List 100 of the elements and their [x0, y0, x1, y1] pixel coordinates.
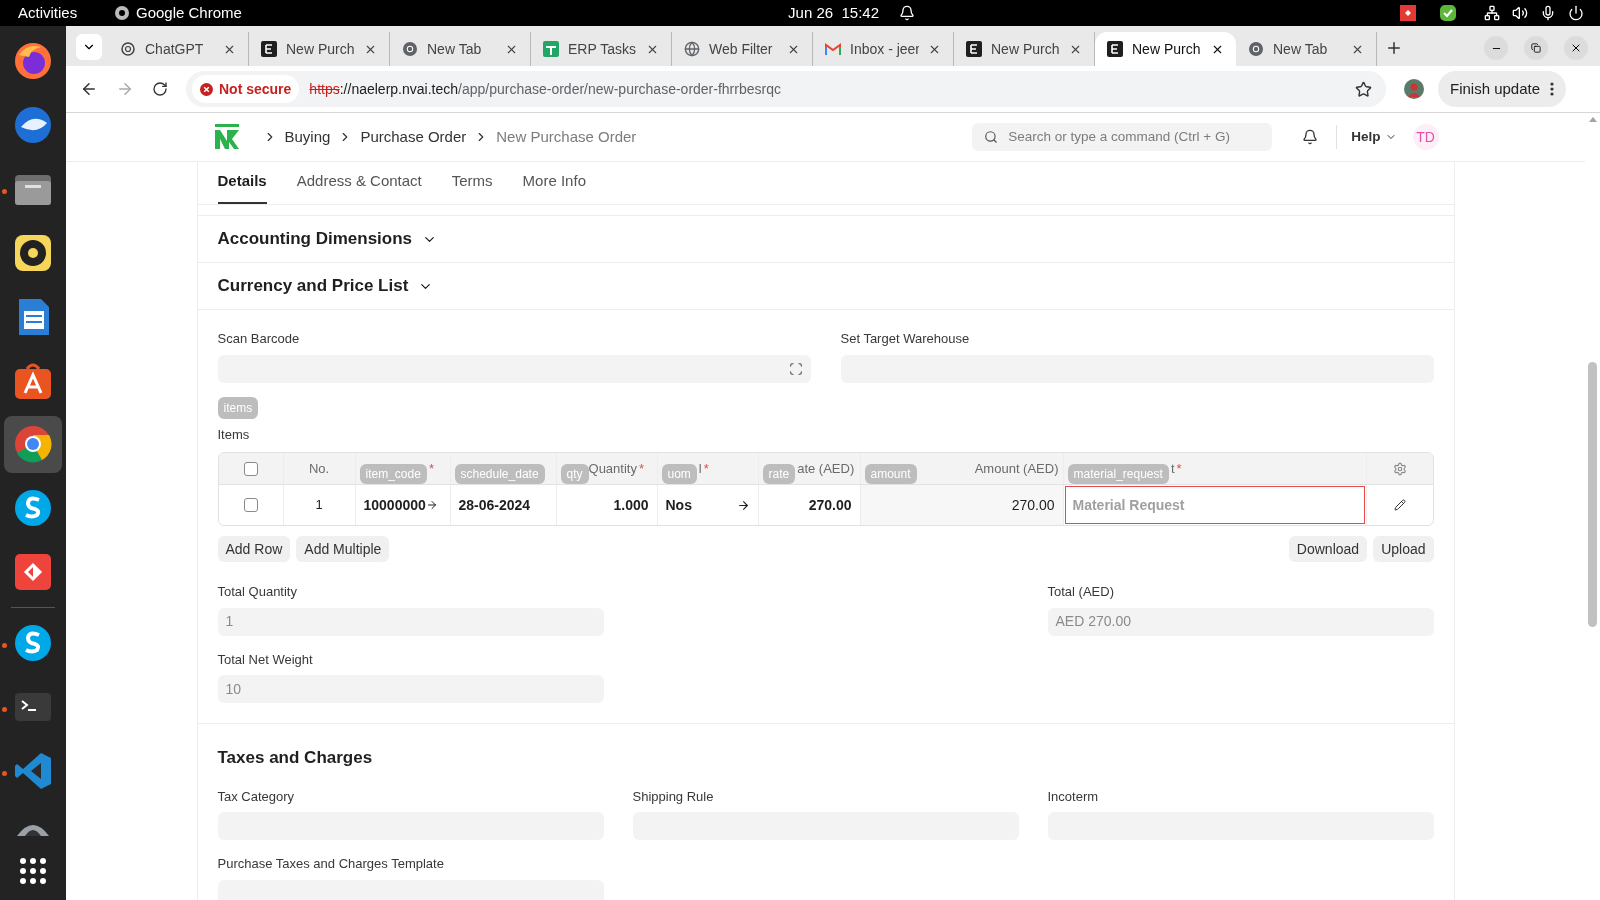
form-tab[interactable]: Address & Contact [296, 169, 422, 204]
globe-icon [684, 41, 700, 57]
search-field[interactable]: Search or type a command (Ctrl + G) [972, 123, 1273, 151]
breadcrumb-link[interactable]: Purchase Order [360, 125, 467, 149]
remote-desktop-icon[interactable] [1400, 5, 1416, 21]
form-tab[interactable]: Details [217, 169, 267, 204]
row-number: 1 [315, 496, 323, 515]
edit-icon[interactable] [1393, 499, 1406, 511]
field-label: Total (AED) [1047, 583, 1115, 601]
settings-icon[interactable] [1392, 461, 1407, 476]
remote-desktop-icon [13, 552, 53, 593]
table-cell-text: 28-06-2024 [458, 495, 531, 515]
browser-icon [402, 41, 418, 57]
section-title: Taxes and Charges [217, 747, 374, 769]
column-header: l [698, 459, 702, 478]
required-mark: * [638, 459, 644, 478]
microphone-icon[interactable] [1540, 5, 1556, 21]
back-button[interactable] [80, 80, 98, 98]
new-tab-icon[interactable] [1385, 39, 1403, 57]
breadcrumb-link[interactable]: New Purchase Order [496, 125, 637, 149]
mail-icon [13, 104, 53, 145]
field-label: Items [217, 425, 251, 444]
field-name-tag: schedule_date [454, 463, 545, 484]
url-text: https://naelerp.nvai.tech/app/purchase-order/new-purchase-order-fhrrbesrqc [309, 79, 781, 99]
notification-icon[interactable] [1302, 129, 1319, 145]
browser-icon [13, 40, 53, 81]
clock[interactable]: Jun 26 15:42 [788, 1, 879, 25]
letter-tile-icon [1107, 41, 1123, 57]
app-icon [114, 5, 130, 21]
table-action-button[interactable]: Add Row [217, 536, 291, 562]
checkbox[interactable] [243, 498, 258, 512]
table-action-button[interactable]: Upload [1373, 536, 1434, 562]
column-header: No. [308, 459, 330, 478]
app-grid-icon [18, 856, 48, 886]
close-button[interactable] [1564, 36, 1588, 60]
envelope-icon [825, 43, 841, 55]
field-label: Incoterm [1047, 787, 1100, 806]
scan-icon[interactable] [788, 361, 803, 376]
security-chip[interactable]: Not secure [192, 75, 300, 103]
field-name-tag: items [217, 396, 259, 419]
volume-icon[interactable] [1512, 5, 1528, 21]
dock-item[interactable] [4, 415, 62, 474]
close-icon [1570, 42, 1582, 54]
reload-button[interactable] [152, 81, 168, 97]
field-name-tag: material_request [1067, 463, 1169, 484]
speaker-icon [13, 232, 53, 273]
restore-icon [1531, 43, 1541, 53]
spreadsheet-icon [543, 41, 559, 57]
check-badge-icon[interactable] [1440, 5, 1456, 21]
field-label: Total Net Weight [217, 650, 314, 669]
column-header: ate (AED) [797, 459, 855, 478]
required-mark: * [428, 459, 434, 478]
code-editor-icon [13, 751, 53, 792]
arrow-icon[interactable] [736, 498, 750, 512]
notification-icon[interactable] [899, 5, 915, 21]
activities-button[interactable]: Activities [18, 1, 114, 25]
app-menu[interactable]: Google Chrome [114, 1, 242, 25]
browser-tab[interactable]: New Purch [1095, 32, 1236, 66]
letter-tile-icon [966, 41, 982, 57]
table-cell-text: 270.00 [808, 495, 852, 515]
section-toggle[interactable]: Currency and Price List [217, 273, 434, 299]
chat-icon [13, 488, 53, 529]
field-name-tag: amount [864, 463, 917, 484]
column-header: Quantity [588, 459, 637, 478]
field-label: Set Target Warehouse [840, 330, 971, 348]
address-bar[interactable]: Not secure https://naelerp.nvai.tech/app/purchase-order/new-purchase-order-fhrrbesrqc [186, 71, 1386, 107]
section-toggle[interactable]: Accounting Dimensions [217, 226, 438, 252]
column-header: Amount (AED) [974, 459, 1059, 478]
power-icon[interactable] [1568, 5, 1584, 21]
table-cell-text: 270.00 [1011, 495, 1055, 515]
field-name-tag: qty [560, 463, 589, 484]
field-label: Total Quantity [217, 583, 298, 601]
item-code-link[interactable]: 10000000 [363, 494, 426, 516]
form-tab[interactable]: More Info [522, 169, 586, 204]
table-action-button[interactable]: Download [1288, 536, 1368, 562]
restore-button[interactable] [1524, 36, 1548, 60]
column-header: t [1170, 459, 1175, 478]
field-label: Tax Category [217, 787, 296, 806]
checkbox[interactable] [243, 461, 258, 476]
breadcrumb-link[interactable]: Buying [284, 125, 331, 149]
bookmark-star-icon[interactable] [1355, 80, 1372, 98]
form-tab[interactable]: Terms [451, 169, 493, 204]
barcode-field[interactable] [217, 354, 811, 383]
logo[interactable] [212, 124, 241, 150]
avatar[interactable] [1404, 79, 1424, 99]
uom-link[interactable]: Nos [665, 494, 692, 516]
table-action-button[interactable]: Add Multiple [296, 536, 390, 562]
field-name-tag: item_code [359, 463, 427, 484]
field-name-tag: uom [661, 463, 697, 484]
required-mark: * [1176, 459, 1182, 478]
network-icon[interactable] [1484, 5, 1500, 21]
finish-update-button[interactable]: Finish update [1438, 71, 1567, 107]
field-label: Scan Barcode [217, 330, 301, 348]
chat-icon [13, 623, 53, 664]
field-label: Shipping Rule [632, 787, 715, 806]
letter-tile-icon [261, 41, 277, 57]
warning-icon [200, 82, 213, 96]
browser-icon [13, 424, 53, 465]
tab-search-button[interactable] [76, 34, 102, 60]
help-dropdown[interactable]: Help [1351, 126, 1397, 148]
